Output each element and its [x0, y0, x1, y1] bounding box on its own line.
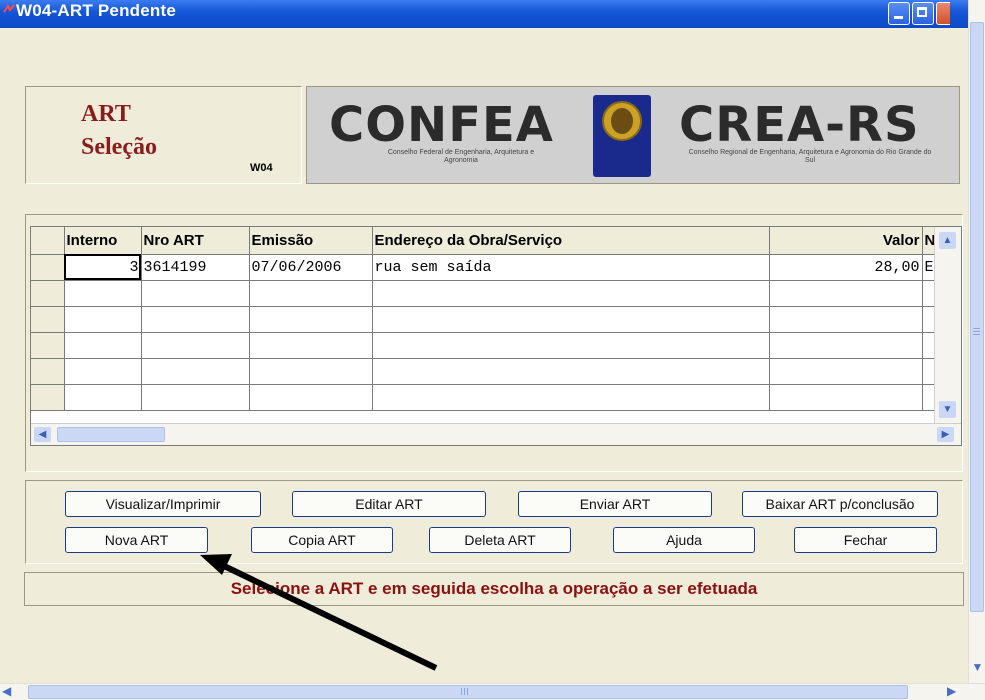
empty-cell[interactable] — [769, 332, 923, 359]
column-header-nro-art[interactable]: Nro ART — [141, 227, 250, 255]
nova-art-button[interactable]: Nova ART — [65, 527, 208, 553]
window-vertical-scrollbar[interactable]: ▼ — [968, 0, 985, 683]
empty-cell[interactable] — [64, 384, 142, 411]
empty-cell[interactable] — [249, 306, 373, 333]
scroll-up-icon[interactable]: ▲ — [939, 232, 956, 249]
row-indicator[interactable] — [31, 384, 65, 411]
empty-cell[interactable] — [372, 332, 770, 359]
status-panel: Selecione a ART e em seguida escolha a o… — [24, 572, 964, 606]
editar-art-button[interactable]: Editar ART — [292, 491, 486, 517]
cell-nro-art[interactable]: 3614199 — [141, 254, 250, 281]
logo-crea-text: CREA-RS — [679, 97, 920, 153]
row-indicator[interactable] — [31, 306, 65, 333]
fechar-button[interactable]: Fechar — [794, 527, 937, 553]
logo-crea-subtitle: Conselho Regional de Engenharia, Arquite… — [688, 149, 932, 164]
empty-cell[interactable] — [249, 332, 373, 359]
empty-cell[interactable] — [64, 332, 142, 359]
column-header-valor[interactable]: Valor — [769, 227, 923, 255]
empty-cell[interactable] — [141, 306, 250, 333]
minimize-button[interactable] — [888, 2, 910, 25]
grid-vertical-scrollbar[interactable]: ▲ ▼ — [934, 227, 961, 423]
scroll-left-icon[interactable]: ◀ — [34, 427, 51, 442]
ajuda-button[interactable]: Ajuda — [613, 527, 755, 553]
art-grid[interactable]: Interno Nro ART Emissão Endereço da Obra… — [30, 226, 962, 446]
cell-interno[interactable]: 3 — [64, 254, 142, 281]
row-indicator[interactable] — [31, 358, 65, 385]
enviar-art-button[interactable]: Enviar ART — [518, 491, 712, 517]
table-row[interactable] — [31, 306, 939, 333]
empty-cell[interactable] — [769, 306, 923, 333]
empty-cell[interactable] — [372, 384, 770, 411]
empty-cell[interactable] — [372, 358, 770, 385]
emblem-icon — [593, 95, 651, 177]
header-panel: ART Seleção W04 — [25, 86, 302, 184]
empty-cell[interactable] — [64, 358, 142, 385]
cell-valor[interactable]: 28,00 — [769, 254, 923, 281]
scroll-left-icon[interactable]: ◀ — [2, 684, 11, 698]
screen-code: W04 — [250, 162, 273, 174]
empty-cell[interactable] — [249, 358, 373, 385]
logo-confea-text: CONFEA — [329, 97, 554, 153]
maximize-button[interactable] — [912, 2, 934, 25]
scroll-thumb[interactable] — [28, 685, 908, 699]
grid-horizontal-scrollbar[interactable]: ◀ ▶ — [31, 423, 961, 445]
row-indicator-header — [31, 227, 65, 255]
visualizar-imprimir-button[interactable]: Visualizar/Imprimir — [65, 491, 261, 517]
empty-cell[interactable] — [141, 358, 250, 385]
empty-cell[interactable] — [249, 280, 373, 307]
scroll-right-icon[interactable]: ▶ — [947, 684, 956, 698]
window-horizontal-scrollbar[interactable]: ◀ ▶ — [0, 683, 985, 700]
empty-cell[interactable] — [769, 280, 923, 307]
column-header-emissao[interactable]: Emissão — [249, 227, 373, 255]
empty-cell[interactable] — [372, 280, 770, 307]
table-row[interactable] — [31, 280, 939, 307]
cell-endereco[interactable]: rua sem saída — [372, 254, 770, 281]
row-indicator[interactable] — [31, 280, 65, 307]
button-panel: Visualizar/Imprimir Editar ART Enviar AR… — [25, 480, 963, 564]
row-indicator[interactable] — [31, 254, 65, 281]
scroll-thumb[interactable] — [57, 427, 165, 442]
column-header-interno[interactable]: Interno — [64, 227, 142, 255]
empty-cell[interactable] — [372, 306, 770, 333]
heading-selecao: Seleção — [81, 134, 157, 160]
row-indicator[interactable] — [31, 332, 65, 359]
table-row[interactable] — [31, 384, 939, 411]
app-icon — [3, 4, 15, 13]
window-title: W04-ART Pendente — [16, 1, 176, 20]
scroll-right-icon[interactable]: ▶ — [937, 427, 954, 442]
cell-emissao[interactable]: 07/06/2006 — [249, 254, 373, 281]
scroll-grip — [461, 688, 462, 695]
table-row[interactable] — [31, 332, 939, 359]
scroll-thumb[interactable] — [970, 22, 984, 612]
empty-cell[interactable] — [64, 306, 142, 333]
empty-cell[interactable] — [769, 358, 923, 385]
scroll-grip — [973, 328, 980, 329]
empty-cell[interactable] — [249, 384, 373, 411]
confea-crea-logo: CONFEA Conselho Federal de Engenharia, A… — [306, 86, 960, 184]
scroll-down-icon[interactable]: ▼ — [939, 401, 956, 418]
empty-cell[interactable] — [141, 280, 250, 307]
title-bar: W04-ART Pendente — [0, 0, 968, 28]
heading-art: ART — [81, 101, 131, 127]
close-button[interactable] — [936, 2, 950, 25]
scroll-down-icon[interactable]: ▼ — [970, 658, 985, 676]
maximize-icon — [917, 7, 927, 17]
empty-cell[interactable] — [769, 384, 923, 411]
baixar-art-button[interactable]: Baixar ART p/conclusão — [742, 491, 938, 517]
copia-art-button[interactable]: Copia ART — [251, 527, 393, 553]
logo-confea-subtitle: Conselho Federal de Engenharia, Arquitet… — [387, 149, 535, 164]
table-row[interactable]: 3 3614199 07/06/2006 rua sem saída 28,00… — [31, 254, 939, 281]
empty-cell[interactable] — [141, 384, 250, 411]
column-header-endereco[interactable]: Endereço da Obra/Serviço — [372, 227, 770, 255]
table-row[interactable] — [31, 358, 939, 385]
empty-cell[interactable] — [141, 332, 250, 359]
deleta-art-button[interactable]: Deleta ART — [429, 527, 571, 553]
status-message: Selecione a ART e em seguida escolha a o… — [230, 579, 758, 598]
minimize-icon — [894, 16, 903, 19]
empty-cell[interactable] — [64, 280, 142, 307]
grid-header-row: Interno Nro ART Emissão Endereço da Obra… — [31, 227, 939, 255]
